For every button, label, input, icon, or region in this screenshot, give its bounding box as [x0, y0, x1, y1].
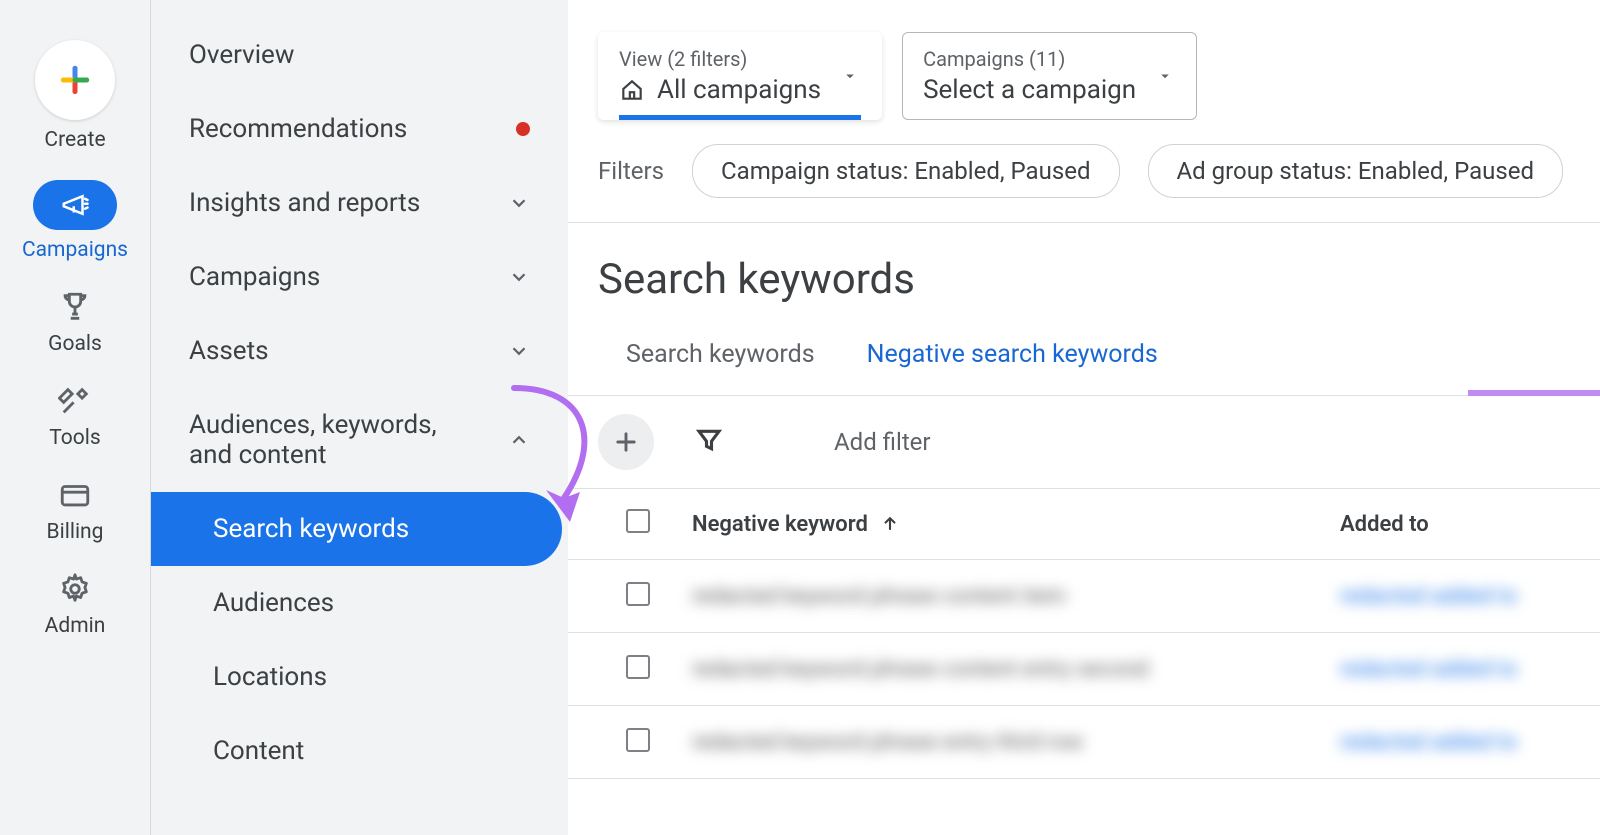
gear-icon [58, 572, 92, 606]
keyword-cell: redacted keyword phrase content item [692, 584, 1066, 609]
rail-label: Billing [47, 520, 104, 544]
rail-item-tools[interactable]: Tools [49, 384, 100, 450]
home-icon [619, 77, 645, 103]
rail-label: Tools [49, 426, 100, 450]
table-row: redacted keyword phrase content entry se… [568, 633, 1600, 706]
rail-item-campaigns[interactable]: Campaigns [22, 180, 128, 262]
filter-button[interactable] [694, 425, 724, 459]
create-plus-icon [35, 40, 115, 120]
create-button[interactable]: Create [35, 40, 115, 152]
left-rail: Create Campaigns Goals Tools Billing Adm… [0, 0, 150, 835]
nav-label: Audiences [213, 588, 334, 618]
tools-icon [58, 384, 92, 418]
rail-label: Campaigns [22, 238, 128, 262]
secondary-nav: Overview Recommendations Insights and re… [150, 0, 568, 835]
row-checkbox[interactable] [626, 655, 650, 679]
nav-locations[interactable]: Locations [151, 640, 568, 714]
added-to-cell[interactable]: redacted added to [1340, 730, 1517, 755]
create-label: Create [44, 128, 105, 152]
chevron-down-icon [508, 340, 530, 362]
nav-campaigns[interactable]: Campaigns [151, 240, 568, 314]
nav-label: Campaigns [189, 262, 320, 292]
table-row: redacted keyword phrase content item red… [568, 560, 1600, 633]
row-checkbox[interactable] [626, 582, 650, 606]
view-selector[interactable]: View (2 filters) All campaigns [598, 32, 882, 120]
filter-chip-adgroup-status[interactable]: Ad group status: Enabled, Paused [1148, 144, 1564, 198]
notification-dot-icon [516, 122, 530, 136]
chevron-up-icon [508, 429, 530, 451]
chevron-down-icon [508, 266, 530, 288]
nav-overview[interactable]: Overview [151, 18, 568, 92]
nav-label: Search keywords [213, 514, 409, 544]
caret-down-icon [1156, 67, 1174, 85]
filter-chip-campaign-status[interactable]: Campaign status: Enabled, Paused [692, 144, 1119, 198]
campaign-selector[interactable]: Campaigns (11) Select a campaign [902, 32, 1197, 120]
caret-down-icon [841, 67, 859, 85]
tabs: Search keywords Negative search keywords [568, 332, 1600, 396]
table-row: redacted keyword phrase entry third row … [568, 706, 1600, 779]
view-selector-value: All campaigns [657, 75, 821, 105]
sort-ascending-icon [880, 514, 900, 534]
select-all-checkbox[interactable] [626, 509, 650, 533]
nav-label: Recommendations [189, 114, 407, 144]
rail-label: Goals [48, 332, 102, 356]
add-filter-label[interactable]: Add filter [834, 428, 931, 456]
card-icon [58, 478, 92, 512]
rail-item-admin[interactable]: Admin [45, 572, 106, 638]
tab-negative-search-keywords[interactable]: Negative search keywords [867, 340, 1158, 395]
nav-audiences[interactable]: Audiences [151, 566, 568, 640]
nav-label: Content [213, 736, 304, 766]
trophy-icon [58, 290, 92, 324]
rail-label: Admin [45, 614, 106, 638]
campaign-selector-label: Campaigns (11) [923, 47, 1136, 71]
nav-label: Insights and reports [189, 188, 420, 218]
nav-recommendations[interactable]: Recommendations [151, 92, 568, 166]
top-selectors: View (2 filters) All campaigns Campaigns… [568, 0, 1600, 120]
tab-search-keywords[interactable]: Search keywords [626, 340, 815, 395]
rail-item-billing[interactable]: Billing [47, 478, 104, 544]
nav-insights[interactable]: Insights and reports [151, 166, 568, 240]
filters-label: Filters [598, 157, 664, 185]
added-to-cell[interactable]: redacted added to [1340, 584, 1517, 609]
nav-audiences-keywords-content[interactable]: Audiences, keywords, and content [151, 388, 568, 492]
col-negative-keyword[interactable]: Negative keyword [692, 512, 868, 537]
keyword-cell: redacted keyword phrase entry third row [692, 730, 1083, 755]
add-keyword-button[interactable] [598, 414, 654, 470]
nav-label: Locations [213, 662, 327, 692]
megaphone-icon [60, 190, 90, 220]
nav-assets[interactable]: Assets [151, 314, 568, 388]
nav-label: Overview [189, 40, 294, 70]
nav-label: Assets [189, 336, 269, 366]
action-row: Add filter [568, 396, 1600, 489]
view-selector-label: View (2 filters) [619, 47, 821, 71]
plus-icon [612, 428, 640, 456]
nav-search-keywords[interactable]: Search keywords [151, 492, 562, 566]
page-title: Search keywords [568, 223, 1600, 332]
funnel-icon [694, 425, 724, 455]
nav-content[interactable]: Content [151, 714, 568, 788]
keyword-cell: redacted keyword phrase content entry se… [692, 657, 1149, 682]
tab-active-underline [1468, 390, 1600, 396]
filters-row: Filters Campaign status: Enabled, Paused… [568, 120, 1600, 223]
rail-item-goals[interactable]: Goals [48, 290, 102, 356]
main-content: View (2 filters) All campaigns Campaigns… [568, 0, 1600, 835]
added-to-cell[interactable]: redacted added to [1340, 657, 1517, 682]
table-header: Negative keyword Added to [568, 489, 1600, 560]
nav-label: Audiences, keywords, and content [189, 410, 479, 470]
campaign-selector-value: Select a campaign [923, 75, 1136, 105]
row-checkbox[interactable] [626, 728, 650, 752]
chevron-down-icon [508, 192, 530, 214]
col-added-to[interactable]: Added to [1340, 512, 1600, 537]
